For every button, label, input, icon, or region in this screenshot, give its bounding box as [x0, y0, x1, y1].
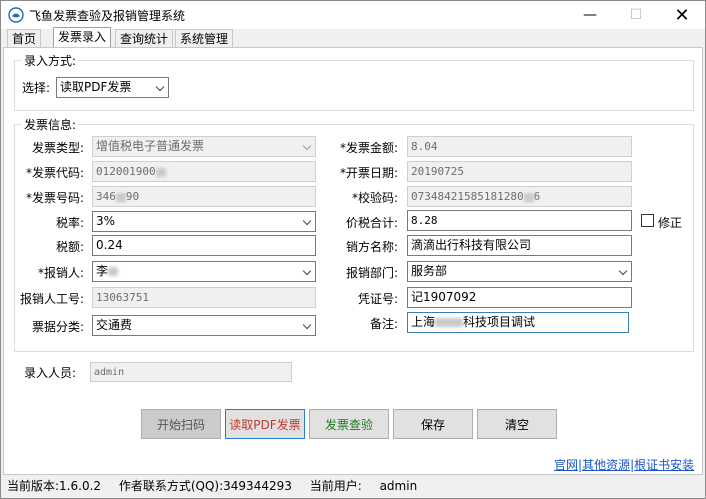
minimize-button[interactable]: — — [567, 1, 613, 29]
website-link[interactable]: 官网 — [554, 458, 578, 472]
resources-link[interactable]: 其他资源 — [582, 458, 630, 472]
invoice-number-label: *发票号码: — [25, 191, 84, 205]
footer-links: 官网|其他资源|根证书安装 — [554, 456, 694, 473]
tax-rate-select[interactable]: 3% — [92, 211, 316, 232]
main-window: 飞鱼发票查验及报销管理系统 — ☐ ✕ 首页 发票录入 查询统计 系统管理 录入… — [0, 0, 706, 499]
remark-label: 备注: — [369, 317, 398, 331]
close-icon: ✕ — [674, 4, 690, 26]
remark-value-part1: 上海 — [411, 315, 436, 329]
reimburser-select[interactable]: 李 — [92, 261, 316, 282]
correct-label: 修正 — [658, 216, 683, 230]
voucher-label: 凭证号: — [357, 292, 398, 306]
current-user-value: admin — [379, 479, 418, 493]
tab-query-stats[interactable]: 查询统计 — [115, 29, 174, 48]
seller-label: 销方名称: — [345, 240, 398, 254]
check-code-value: 07348421585181280 — [411, 190, 524, 203]
tax-amount-label: 税额: — [55, 240, 84, 254]
read-pdf-button[interactable]: 读取PDF发票 — [225, 409, 305, 439]
check-code-label: *校验码: — [351, 191, 398, 205]
close-button[interactable]: ✕ — [659, 1, 705, 29]
tax-amount-field[interactable]: 0.24 — [92, 235, 316, 256]
verify-invoice-button[interactable]: 发票查验 — [309, 409, 389, 439]
amount-label: *发票金额: — [339, 141, 398, 155]
window-title: 飞鱼发票查验及报销管理系统 — [29, 9, 186, 23]
tab-home[interactable]: 首页 — [7, 29, 42, 48]
correct-checkbox[interactable] — [641, 214, 654, 227]
entry-mode-group-title: 录入方式: — [22, 52, 79, 69]
invoice-entry-panel: 录入方式: 选择: 读取PDF发票 发票信息: 发票类型: 增值税电子普通发票 … — [3, 47, 703, 475]
cert-install-link[interactable]: 根证书安装 — [634, 458, 694, 472]
date-field[interactable]: 20190725 — [407, 161, 632, 182]
total-field[interactable]: 8.28 — [407, 210, 632, 231]
operator-label: 录入人员: — [23, 366, 76, 380]
reimburser-id-field[interactable]: 13063751 — [92, 287, 316, 308]
seller-field[interactable]: 滴滴出行科技有限公司 — [407, 235, 632, 256]
invoice-number-field[interactable]: 346 90 — [92, 186, 316, 207]
remark-value-part2: 科技项目调试 — [463, 315, 536, 329]
voucher-field[interactable]: 记1907092 — [407, 287, 632, 308]
tab-system-admin[interactable]: 系统管理 — [175, 29, 234, 48]
category-label: 票据分类: — [31, 320, 84, 334]
app-icon — [8, 7, 24, 23]
reimburser-value: 李 — [96, 264, 109, 278]
check-code-field[interactable]: 07348421585181280 6 — [407, 186, 632, 207]
remark-field[interactable]: 上海 科技项目调试 — [407, 312, 629, 333]
select-label: 选择: — [22, 81, 51, 95]
clear-button[interactable]: 清空 — [477, 409, 557, 439]
invoice-type-select[interactable]: 增值税电子普通发票 — [92, 136, 316, 157]
date-label: *开票日期: — [339, 166, 398, 180]
maximize-icon: ☐ — [629, 7, 643, 23]
start-scan-button[interactable]: 开始扫码 — [141, 409, 221, 439]
redaction-mark — [523, 192, 534, 202]
minimize-icon: — — [583, 7, 597, 23]
check-code-value-tail: 6 — [533, 190, 541, 203]
dept-select[interactable]: 服务部 — [407, 261, 632, 282]
save-button[interactable]: 保存 — [393, 409, 473, 439]
reimburser-id-label: 报销人工号: — [19, 292, 84, 306]
version-text: 当前版本:1.6.0.2 — [7, 479, 102, 493]
invoice-number-value-part1: 346 — [96, 190, 116, 203]
invoice-code-label: *发票代码: — [25, 166, 84, 180]
tab-bar: 首页 发票录入 查询统计 系统管理 — [1, 27, 705, 48]
invoice-info-group-title: 发票信息: — [22, 116, 79, 133]
tax-rate-label: 税率: — [55, 216, 84, 230]
contact-text: 作者联系方式(QQ):349344293 — [118, 479, 292, 493]
redaction-mark — [115, 192, 126, 202]
operator-field[interactable]: admin — [90, 362, 292, 382]
current-user-label: 当前用户: — [309, 479, 362, 493]
amount-field[interactable]: 8.04 — [407, 136, 632, 157]
invoice-type-label: 发票类型: — [31, 141, 84, 155]
maximize-button[interactable]: ☐ — [613, 1, 659, 29]
status-bar: 当前版本:1.6.0.2 作者联系方式(QQ):349344293 当前用户: … — [1, 475, 705, 498]
dept-label: 报销部门: — [345, 266, 398, 280]
invoice-code-field[interactable]: 012001900 — [92, 161, 316, 182]
redaction-mark — [108, 267, 119, 276]
category-select[interactable]: 交通费 — [92, 315, 316, 336]
total-label: 价税合计: — [345, 216, 398, 230]
invoice-number-value-part2: 90 — [125, 190, 140, 203]
redaction-mark — [155, 167, 166, 177]
tab-invoice-entry[interactable]: 发票录入 — [53, 27, 112, 48]
title-bar: 飞鱼发票查验及报销管理系统 — ☐ ✕ — [1, 1, 705, 29]
redaction-mark — [435, 318, 464, 327]
reimburser-label: *报销人: — [37, 266, 84, 280]
entry-mode-select[interactable]: 读取PDF发票 — [56, 77, 169, 98]
invoice-code-value: 012001900 — [96, 165, 156, 178]
